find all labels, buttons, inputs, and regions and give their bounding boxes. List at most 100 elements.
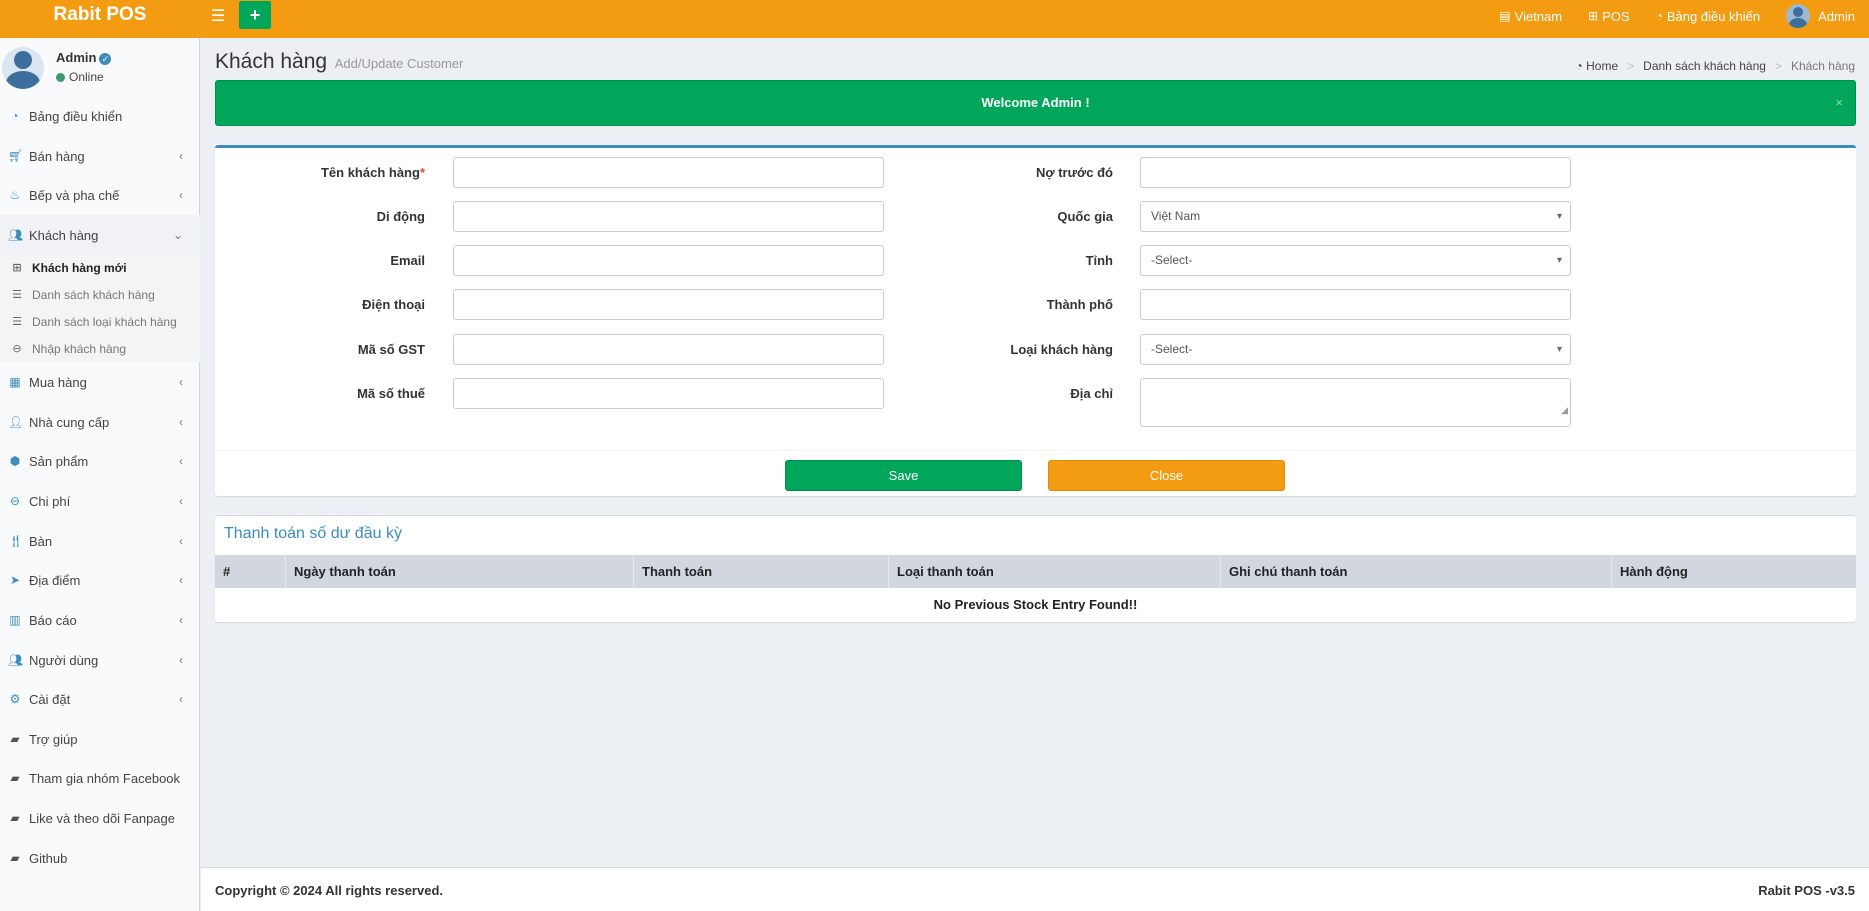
close-button[interactable]: Close bbox=[1048, 460, 1285, 491]
city-input[interactable] bbox=[1140, 289, 1571, 320]
minus-circle-icon: ⊖ bbox=[9, 494, 21, 508]
previous-debt-input[interactable] bbox=[1140, 157, 1571, 188]
sidebar-subitem-customer-types[interactable]: ☰ Danh sách loại khách hàng bbox=[0, 308, 200, 335]
alert-close-icon[interactable]: × bbox=[1835, 81, 1843, 125]
sidebar-item-label: Cài đặt bbox=[29, 691, 71, 707]
breadcrumb-separator: > bbox=[1774, 59, 1782, 73]
sidebar-item-settings[interactable]: ⚙ Cài đặt ‹ bbox=[0, 679, 200, 719]
mobile-input[interactable] bbox=[453, 201, 884, 232]
sidebar: Admin ✓ Online ◔ Bảng điều khiển 🛒︎ Bán hàn… bbox=[0, 38, 200, 911]
sidebar-item-reports[interactable]: ▥ Báo cáo ‹ bbox=[0, 600, 200, 640]
user-menu[interactable]: Admin bbox=[1786, 4, 1855, 28]
sidebar-item-products[interactable]: ⬢ Sản phẩm ‹ bbox=[0, 441, 200, 481]
sidebar-item-label: Chi phí bbox=[29, 493, 71, 509]
province-select[interactable]: -Select- bbox=[1140, 245, 1571, 276]
chevron-left-icon: ‹ bbox=[179, 149, 183, 163]
column-header: Loại thanh toán bbox=[889, 555, 1221, 588]
sidebar-item-customers[interactable]: 👥︎ Khách hàng ⌄ bbox=[0, 215, 200, 255]
location-arrow-icon: ➤ bbox=[9, 573, 21, 587]
user-status-label: Online bbox=[69, 70, 104, 84]
list-icon: ☰ bbox=[12, 316, 22, 328]
app-version: Rabit POS -v3.5 bbox=[1758, 883, 1855, 898]
online-dot-icon bbox=[56, 73, 65, 82]
sidebar-item-label: Bảng điều khiển bbox=[29, 108, 123, 124]
sidebar-item-tables[interactable]: 🍴︎ Bàn ‹ bbox=[0, 521, 200, 561]
customer-type-select[interactable]: -Select- bbox=[1140, 334, 1571, 365]
menu-toggle-icon[interactable]: ☰ bbox=[207, 6, 229, 28]
dashboard-icon: ◔ bbox=[1655, 9, 1663, 23]
sidebar-item-help[interactable]: ▰ Trợ giúp bbox=[0, 719, 200, 759]
sidebar-item-label: Like và theo dõi Fanpage bbox=[29, 810, 175, 826]
add-button[interactable]: + bbox=[239, 1, 271, 29]
sidebar-item-label: Bàn bbox=[29, 533, 53, 549]
required-mark: * bbox=[419, 165, 425, 180]
breadcrumb-separator: > bbox=[1627, 59, 1635, 73]
payments-title: Thanh toán số dư đầu kỳ bbox=[224, 525, 402, 542]
plus-square-icon: ⊞ bbox=[12, 262, 22, 274]
import-icon: ⊖ bbox=[12, 343, 22, 355]
sidebar-item-label: Tham gia nhóm Facebook bbox=[29, 770, 181, 786]
form-footer: Save Close bbox=[215, 450, 1856, 499]
chevron-left-icon: ‹ bbox=[179, 454, 183, 468]
email-input[interactable] bbox=[453, 245, 884, 276]
chevron-left-icon: ‹ bbox=[179, 494, 183, 508]
chevron-left-icon: ‹ bbox=[179, 534, 183, 548]
breadcrumb: ◔ Home > Danh sách khách hàng > Khách hà… bbox=[1576, 59, 1855, 73]
phone-input[interactable] bbox=[453, 289, 884, 320]
chevron-left-icon: ‹ bbox=[179, 573, 183, 587]
copyright: Copyright © 2024 All rights reserved. bbox=[215, 883, 444, 898]
verified-icon: ✓ bbox=[99, 53, 112, 65]
breadcrumb-home-label: Home bbox=[1586, 59, 1619, 73]
sidebar-item-locations[interactable]: ➤ Địa điểm ‹ bbox=[0, 560, 200, 600]
book-icon: ▰ bbox=[10, 732, 20, 746]
language-link[interactable]: ▤ Vietnam bbox=[1499, 9, 1562, 24]
briefcase-icon: ▰ bbox=[10, 771, 20, 785]
save-button[interactable]: Save bbox=[785, 460, 1022, 491]
cubes-icon: ⬢ bbox=[9, 454, 21, 468]
sidebar-item-label: Khách hàng bbox=[29, 227, 99, 243]
dashboard-link[interactable]: ◔ Bảng điều khiển bbox=[1656, 9, 1761, 24]
breadcrumb-home[interactable]: ◔ Home bbox=[1576, 59, 1619, 73]
sidebar-item-suppliers[interactable]: 👤︎ Nhà cung cấp ‹ bbox=[0, 402, 200, 442]
sidebar-item-label: Sản phẩm bbox=[29, 453, 89, 469]
chevron-left-icon: ‹ bbox=[179, 692, 183, 706]
sidebar-item-fanpage[interactable]: ▰ Like và theo dõi Fanpage bbox=[0, 798, 200, 838]
sidebar-subitem-import-customers[interactable]: ⊖ Nhập khách hàng bbox=[0, 335, 200, 362]
table-header: # Ngày thanh toán Thanh toán Loại thanh … bbox=[215, 555, 1856, 588]
breadcrumb-list[interactable]: Danh sách khách hàng bbox=[1643, 59, 1766, 73]
dashboard-label: Bảng điều khiển bbox=[1666, 8, 1761, 24]
kitchen-icon: ♨ bbox=[9, 188, 21, 202]
address-textarea[interactable]: ◢ bbox=[1140, 378, 1571, 427]
customer-name-label: Tên khách hàng* bbox=[215, 165, 425, 180]
user-name-row: Admin ✓ bbox=[56, 50, 112, 65]
resize-handle-icon[interactable]: ◢ bbox=[1561, 396, 1568, 425]
sidebar-item-expenses[interactable]: ⊖ Chi phí ‹ bbox=[0, 481, 200, 521]
sidebar-subitem-new-customer[interactable]: ⊞ Khách hàng mới bbox=[0, 254, 200, 281]
top-nav-links: ▤ Vietnam ⊞ POS ◔ Bảng điều khiển Admin bbox=[1499, 0, 1855, 32]
sidebar-item-kitchen[interactable]: ♨ Bếp và pha chế ‹ bbox=[0, 175, 200, 215]
column-header: Hành động bbox=[1620, 564, 1688, 579]
chevron-down-icon: ⌄ bbox=[172, 228, 183, 242]
dashboard-icon: ◔ bbox=[11, 109, 19, 123]
sidebar-item-label: Trợ giúp bbox=[29, 731, 78, 747]
sidebar-subitem-customer-list[interactable]: ☰ Danh sách khách hàng bbox=[0, 281, 200, 308]
content-header: Khách hàng Add/Update Customer bbox=[215, 50, 463, 74]
sidebar-item-sales[interactable]: 🛒︎ Bán hàng ‹ bbox=[0, 136, 200, 176]
sidebar-item-purchases[interactable]: ▦ Mua hàng ‹ bbox=[0, 362, 200, 402]
bar-chart-icon: ▥ bbox=[9, 613, 21, 627]
sidebar-item-users[interactable]: 👥︎ Người dùng ‹ bbox=[0, 640, 200, 680]
chevron-left-icon: ‹ bbox=[179, 415, 183, 429]
sidebar-item-github[interactable]: ▰ Github bbox=[0, 838, 200, 878]
column-header: Ghi chú thanh toán bbox=[1221, 555, 1612, 588]
sidebar-item-dashboard[interactable]: ◔ Bảng điều khiển bbox=[0, 96, 200, 136]
sidebar-item-facebook-group[interactable]: ▰ Tham gia nhóm Facebook bbox=[0, 758, 200, 798]
app-logo[interactable]: Rabit POS bbox=[0, 0, 200, 38]
tax-number-input[interactable] bbox=[453, 378, 884, 409]
customer-name-input[interactable] bbox=[453, 157, 884, 188]
gst-label: Mã số GST bbox=[357, 342, 425, 357]
gst-input[interactable] bbox=[453, 334, 884, 365]
cutlery-icon: 🍴︎ bbox=[8, 534, 24, 548]
country-select[interactable]: Việt Nam bbox=[1140, 201, 1571, 232]
sidebar-item-label: Địa điểm bbox=[29, 572, 81, 588]
pos-link[interactable]: ⊞ POS bbox=[1588, 9, 1630, 24]
